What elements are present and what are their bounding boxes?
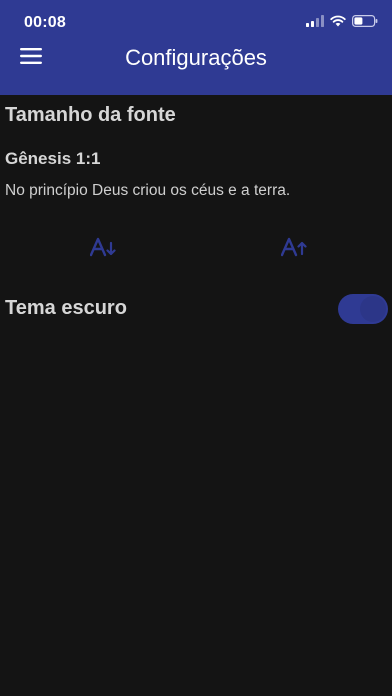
dark-theme-label: Tema escuro (5, 297, 127, 319)
app-header: 00:08 Configurações (0, 0, 392, 95)
font-size-increase-icon (280, 237, 309, 262)
toggle-knob (360, 296, 386, 322)
status-icons (306, 15, 378, 31)
cellular-signal-icon (306, 14, 324, 32)
page-title: Configurações (125, 45, 267, 70)
preview-verse-reference: Gênesis 1:1 (5, 149, 101, 168)
wifi-icon (330, 14, 346, 32)
status-time: 00:08 (24, 14, 66, 31)
preview-verse-text: No princípio Deus criou os céus e a terr… (5, 182, 291, 199)
dark-theme-toggle[interactable] (338, 294, 388, 324)
font-size-decrease-icon (89, 237, 118, 262)
increase-font-button[interactable] (277, 234, 313, 264)
font-size-section-title: Tamanho da fonte (5, 104, 176, 126)
decrease-font-button[interactable] (86, 234, 122, 264)
battery-icon (352, 14, 378, 32)
